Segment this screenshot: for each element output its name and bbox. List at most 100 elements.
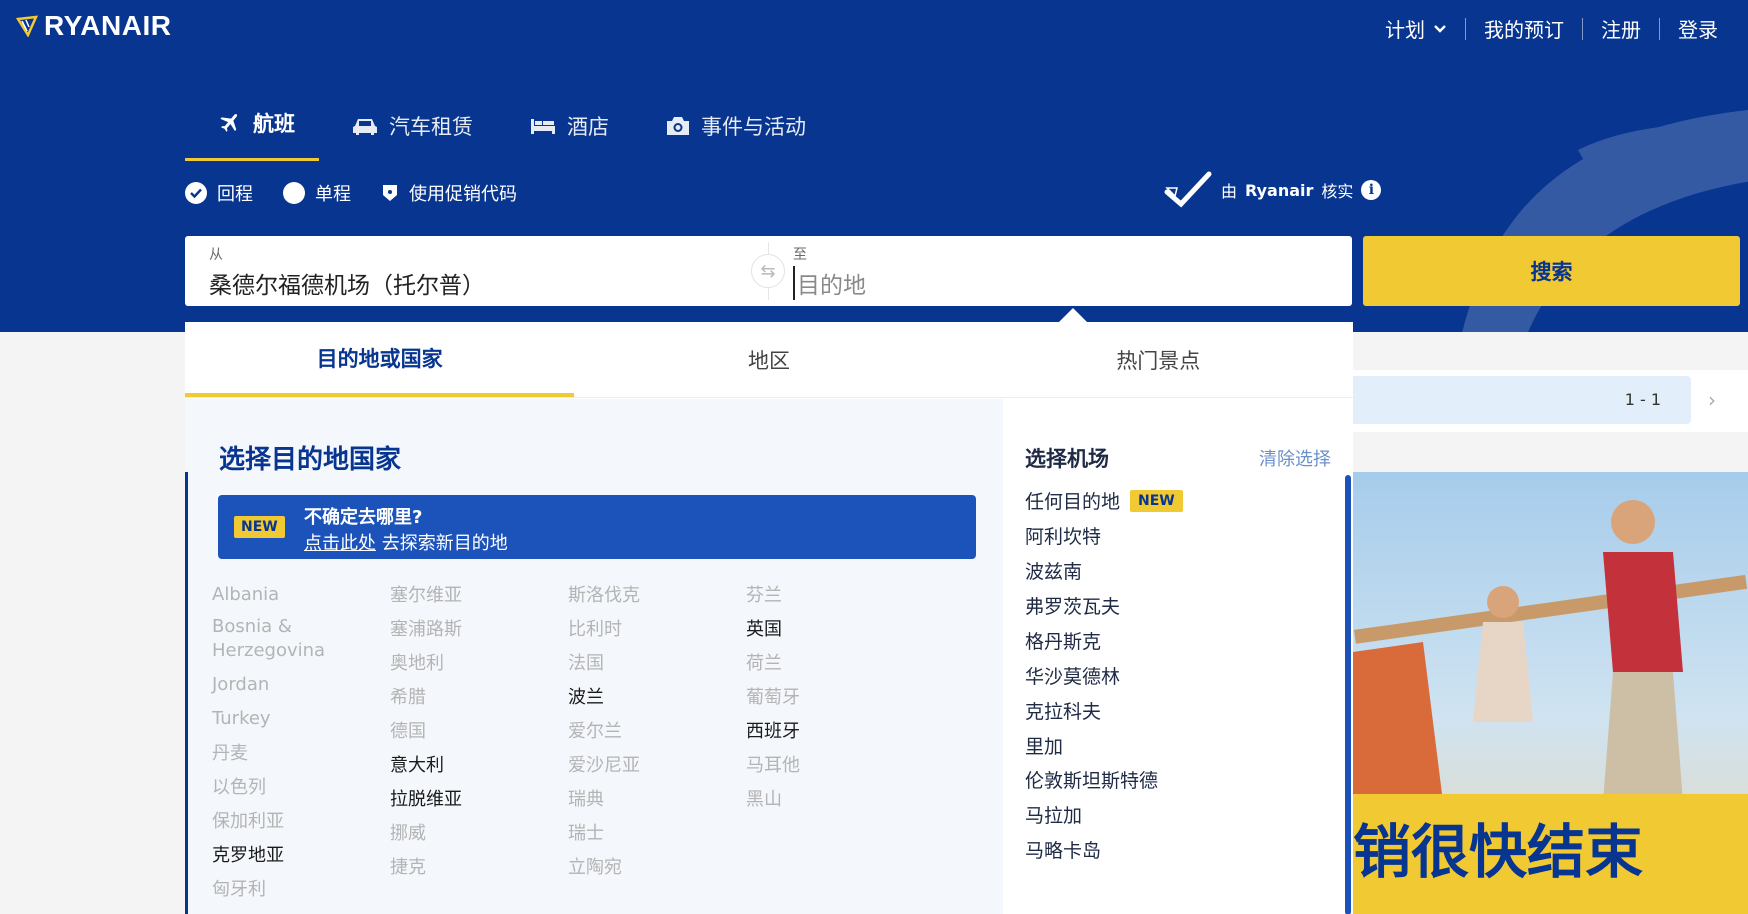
country-item[interactable]: 荷兰 [734,645,782,679]
airport-item[interactable]: 伦敦斯坦斯特德 [1025,766,1158,793]
explore-banner[interactable]: NEW 不确定去哪里? 点击此处 去探索新目的地 [218,495,976,559]
country-item[interactable]: 法国 [556,645,604,679]
plan-label: 计划 [1385,18,1425,42]
country-item[interactable]: 比利时 [556,611,622,645]
airport-item[interactable]: 弗罗茨瓦夫 [1025,592,1120,619]
country-item[interactable]: 马耳他 [734,747,800,781]
country-item[interactable]: 挪威 [378,815,426,849]
camera-icon [667,117,689,135]
country-item[interactable]: 拉脱维亚 [378,781,462,815]
destination-input[interactable]: 目的地 [793,266,1352,300]
chevron-down-icon [1434,24,1446,33]
banner-rest: 去探索新目的地 [381,533,508,554]
country-item[interactable]: 以色列 [200,769,266,803]
country-item[interactable]: 芬兰 [734,577,782,611]
country-item[interactable]: 匈牙利 [200,871,266,905]
airport-item[interactable]: 任何目的地 NEW [1025,487,1183,514]
verified-suffix: 核实 [1321,182,1354,201]
verified-prefix: 由 [1221,182,1238,201]
new-badge: NEW [1130,489,1183,512]
country-item[interactable]: Albania [200,577,279,611]
my-bookings-link[interactable]: 我的预订 [1466,14,1582,43]
country-item[interactable]: Turkey [200,701,271,735]
plan-menu[interactable]: 计划 [1367,14,1465,43]
country-item[interactable]: 塞浦路斯 [378,611,462,645]
country-item[interactable]: Bosnia & Herzegovina [200,611,325,667]
to-label: 至 [793,247,807,263]
country-item[interactable]: Jordan [200,667,269,701]
country-item[interactable]: 丹麦 [200,735,248,769]
banner-subtitle: 点击此处 去探索新目的地 [304,529,508,555]
checkmark-harp-icon [1164,171,1212,208]
login-link[interactable]: 登录 [1660,14,1736,43]
country-item[interactable]: 保加利亚 [200,803,284,837]
verified-brand: Ryanair [1245,180,1314,200]
promo-banner[interactable]: 销很快结束 [1353,472,1748,914]
country-item[interactable]: 德国 [378,713,426,747]
country-item[interactable]: 葡萄牙 [734,679,800,713]
oneway-label: 单程 [315,184,351,205]
pagination-text: 1 - 1 [1624,390,1661,409]
checked-radio-icon [185,182,207,204]
chevron-right-icon[interactable]: › [1708,388,1716,412]
oneway-option[interactable]: 单程 [283,180,351,206]
airport-item[interactable]: 马略卡岛 [1025,836,1101,863]
airport-item[interactable]: 克拉科夫 [1025,697,1101,724]
clear-selection-link[interactable]: 清除选择 [1259,445,1331,471]
plane-icon [220,114,238,132]
country-item[interactable]: 斯洛伐克 [556,577,640,611]
country-item[interactable]: 立陶宛 [556,849,622,883]
airport-item[interactable]: 里加 [1025,732,1063,759]
to-field[interactable]: 至 目的地 [769,236,1352,306]
tab-events[interactable]: 事件与活动 [633,103,830,161]
promo-label: 使用促销代码 [409,184,517,205]
search-button[interactable]: 搜索 [1363,236,1740,306]
tab-hotels[interactable]: 酒店 [497,103,633,161]
country-item[interactable]: 爱沙尼亚 [556,747,640,781]
brand-name: RYANAIR [44,10,172,41]
new-badge: NEW [234,516,285,538]
country-item[interactable]: 爱尔兰 [556,713,622,747]
results-strip: 1 - 1 [1353,376,1691,424]
country-item[interactable]: 波兰 [556,679,604,713]
harp-icon [16,15,38,37]
trip-options: 回程 单程 使用促销代码 [185,180,517,206]
tab-popular[interactable]: 热门景点 [964,322,1353,397]
return-option[interactable]: 回程 [185,180,253,206]
ryanair-verified: 由 Ryanair 核实 i [1163,170,1382,210]
airport-item[interactable]: 格丹斯克 [1025,627,1101,654]
country-item[interactable]: 意大利 [378,747,444,781]
register-link[interactable]: 注册 [1583,14,1659,43]
country-item[interactable]: 奥地利 [378,645,444,679]
tab-car-rental-label: 汽车租赁 [389,115,473,139]
info-icon[interactable]: i [1361,180,1382,200]
airport-item[interactable]: 阿利坎特 [1025,522,1101,549]
country-item[interactable]: 希腊 [378,679,426,713]
country-item[interactable]: 英国 [734,611,782,645]
airport-item[interactable]: 波兹南 [1025,557,1082,584]
bed-icon [531,119,555,134]
country-item[interactable]: 瑞士 [556,815,604,849]
country-item[interactable]: 黑山 [734,781,782,815]
country-item[interactable]: 克罗地亚 [200,837,284,871]
airport-item[interactable]: 马拉加 [1025,801,1082,828]
country-item[interactable]: 捷克 [378,849,426,883]
tab-flights[interactable]: 航班 [185,100,319,161]
tab-destination-country[interactable]: 目的地或国家 [185,322,575,397]
airport-item[interactable]: 华沙莫德林 [1025,662,1120,689]
click-here-link[interactable]: 点击此处 [304,533,376,554]
airport-section-title: 选择机场 [1025,447,1109,471]
tab-events-label: 事件与活动 [701,115,806,139]
country-item[interactable]: 瑞典 [556,781,604,815]
tab-car-rental[interactable]: 汽车租赁 [319,103,497,161]
promo-text: 销很快结束 [1353,818,1644,886]
promo-code-option[interactable]: 使用促销代码 [381,180,517,206]
tab-region[interactable]: 地区 [574,322,963,397]
country-item[interactable]: 西班牙 [734,713,800,747]
from-field[interactable]: 从 桑德尔福德机场（托尔普） ⇆ [185,236,785,306]
badge-percent-icon [383,185,397,201]
country-item[interactable]: 塞尔维亚 [378,577,462,611]
airport-selector: 选择机场 清除选择 任何目的地 NEW 阿利坎特 波兹南 弗罗茨瓦夫 格丹斯克 … [1003,399,1353,914]
scrollbar[interactable] [1345,475,1351,914]
ryanair-logo[interactable]: RYANAIR [16,10,171,42]
